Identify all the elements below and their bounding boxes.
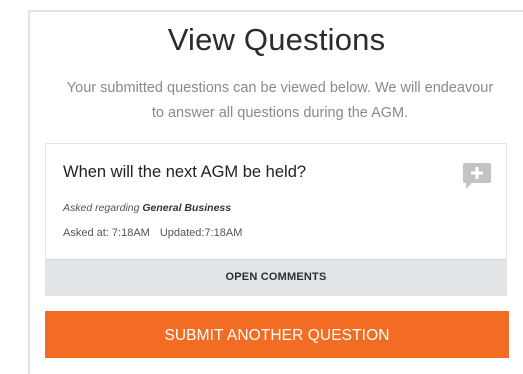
panel-border-top (28, 10, 523, 12)
page-title: View Questions (167, 22, 386, 57)
question-text: When will the next AGM be held? (63, 163, 307, 181)
panel-border-left (28, 10, 30, 374)
question-card: When will the next AGM be held? Asked re… (45, 143, 507, 296)
question-regarding: Asked regarding General Business (63, 202, 231, 214)
question-timestamps: Asked at: 7:18AM Updated:7:18AM (63, 227, 242, 239)
regarding-prefix: Asked regarding (63, 202, 140, 214)
submit-another-question-button[interactable]: SUBMIT ANOTHER QUESTION (45, 311, 509, 358)
page-subtitle: Your submitted questions can be viewed b… (66, 80, 494, 121)
open-comments-button[interactable]: OPEN COMMENTS (46, 259, 506, 295)
updated-at: Updated:7:18AM (159, 227, 243, 239)
asked-at: Asked at: 7:18AM (63, 227, 150, 239)
add-comment-icon-graphic (463, 163, 491, 189)
regarding-topic: General Business (142, 202, 232, 214)
add-comment-icon[interactable] (462, 160, 492, 190)
